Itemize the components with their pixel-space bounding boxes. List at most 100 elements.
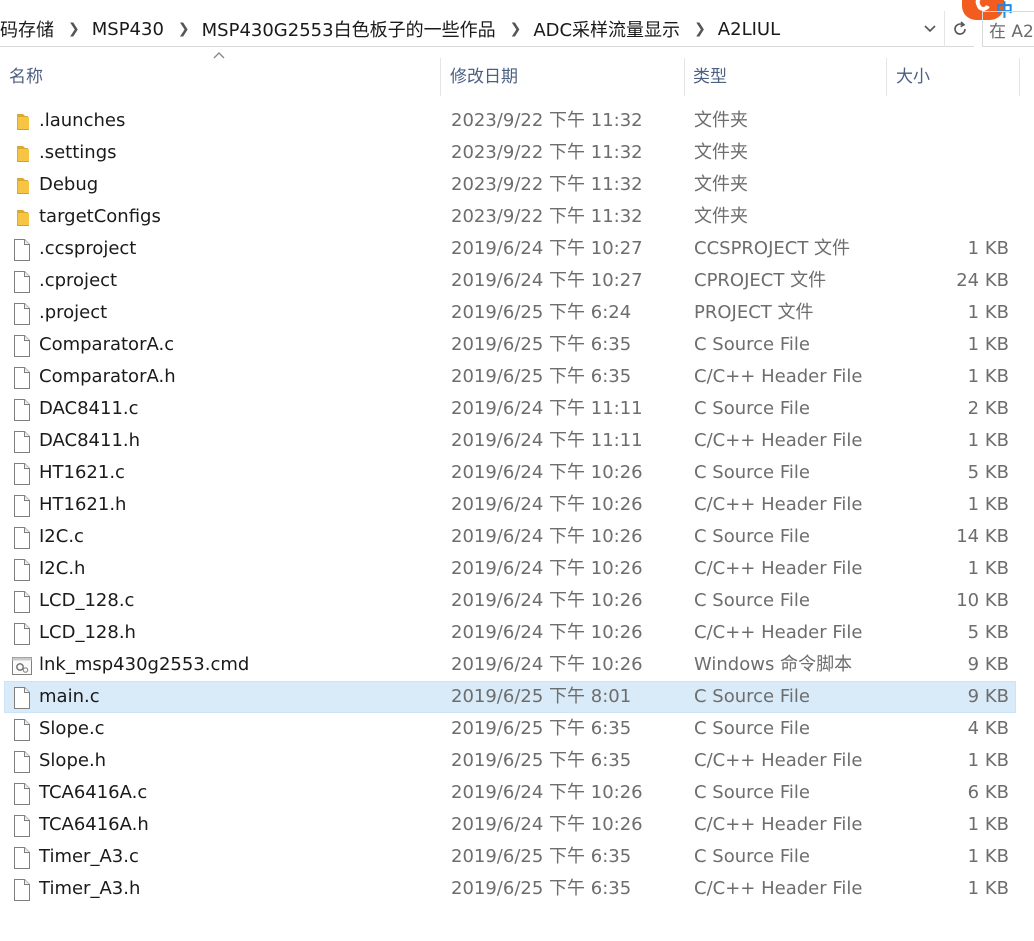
column-header-size[interactable]: 大小 — [896, 52, 930, 96]
file-row[interactable]: DAC8411.h 2019/6/24 下午 11:11 C/C++ Header … — [4, 425, 1016, 457]
file-icon — [11, 686, 33, 710]
file-row[interactable]: TCA6416A.c 2019/6/24 下午 10:26 C Source Fil… — [4, 777, 1016, 809]
file-size: 6 KB — [967, 782, 1009, 803]
file-date: 2019/6/24 下午 10:26 — [451, 526, 643, 547]
file-row[interactable]: .project 2019/6/25 下午 6:24 PROJECT 文件 1 KB — [4, 297, 1016, 329]
file-size: 24 KB — [956, 270, 1009, 291]
file-date: 2023/9/22 下午 11:32 — [451, 142, 643, 163]
file-row[interactable]: .ccsproject 2019/6/24 下午 10:27 CCSPROJECT … — [4, 233, 1016, 265]
breadcrumb-item[interactable]: MSP430 — [92, 19, 164, 40]
file-date: 2019/6/24 下午 10:26 — [451, 494, 643, 515]
file-row[interactable]: Slope.c 2019/6/25 下午 6:35 C Source File 4 K… — [4, 713, 1016, 745]
file-type: C/C++ Header File — [694, 750, 863, 771]
chevron-down-icon — [924, 25, 936, 33]
breadcrumb-item[interactable]: 码存储 — [0, 16, 54, 42]
address-bar[interactable]: 码存储 ❯ MSP430 ❯ MSP430G2553白色板子的一些作品 ❯ AD… — [0, 11, 974, 47]
file-size: 5 KB — [967, 622, 1009, 643]
chevron-right-icon[interactable]: ❯ — [178, 21, 190, 37]
breadcrumb-item[interactable]: ADC采样流量显示 — [533, 16, 680, 42]
file-icon — [11, 494, 33, 518]
file-size: 1 KB — [967, 366, 1009, 387]
file-type: C/C++ Header File — [694, 494, 863, 515]
folder-icon — [11, 174, 33, 198]
file-name: .settings — [39, 142, 117, 163]
file-type: C Source File — [694, 782, 810, 803]
file-row[interactable]: Timer_A3.h 2019/6/25 下午 6:35 C/C++ Header … — [4, 873, 1016, 905]
file-type: 文件夹 — [694, 174, 748, 195]
file-icon — [11, 558, 33, 582]
file-row[interactable]: ComparatorA.h 2019/6/25 下午 6:35 C/C++ Head… — [4, 361, 1016, 393]
file-name: I2C.c — [39, 526, 84, 547]
refresh-button[interactable] — [944, 11, 975, 47]
file-date: 2019/6/25 下午 6:35 — [451, 334, 632, 355]
file-row[interactable]: targetConfigs 2023/9/22 下午 11:32 文件夹 — [4, 201, 1016, 233]
script-icon — [11, 654, 33, 678]
file-name: main.c — [39, 686, 100, 707]
column-header-type[interactable]: 类型 — [693, 52, 727, 96]
file-name: targetConfigs — [39, 206, 161, 227]
breadcrumb-item-current[interactable]: A2LIUL — [718, 19, 780, 40]
file-name: Debug — [39, 174, 99, 195]
column-divider[interactable] — [886, 58, 887, 96]
file-row[interactable]: LCD_128.c 2019/6/24 下午 10:26 C Source File… — [4, 585, 1016, 617]
search-input[interactable]: 在 A2 — [982, 11, 1034, 47]
file-type: C Source File — [694, 590, 810, 611]
file-icon — [11, 238, 33, 262]
breadcrumb-item[interactable]: MSP430G2553白色板子的一些作品 — [202, 16, 496, 42]
column-divider[interactable] — [1019, 58, 1020, 96]
history-dropdown-button[interactable] — [916, 11, 944, 47]
file-row[interactable]: .launches 2023/9/22 下午 11:32 文件夹 — [4, 105, 1016, 137]
file-type: C/C++ Header File — [694, 622, 863, 643]
file-type: C/C++ Header File — [694, 814, 863, 835]
column-header-name[interactable]: 名称 — [9, 52, 43, 96]
file-date: 2019/6/25 下午 6:35 — [451, 366, 632, 387]
file-row[interactable]: .settings 2023/9/22 下午 11:32 文件夹 — [4, 137, 1016, 169]
file-icon — [11, 526, 33, 550]
file-type: 文件夹 — [694, 110, 748, 131]
file-row[interactable]: TCA6416A.h 2019/6/24 下午 10:26 C/C++ Header… — [4, 809, 1016, 841]
file-size: 2 KB — [967, 398, 1009, 419]
file-row[interactable]: HT1621.c 2019/6/24 下午 10:26 C Source File 5… — [4, 457, 1016, 489]
file-type: C Source File — [694, 462, 810, 483]
file-name: Timer_A3.c — [39, 846, 139, 867]
chevron-right-icon[interactable]: ❯ — [510, 21, 522, 37]
file-name: .ccsproject — [39, 238, 137, 259]
file-icon — [11, 782, 33, 806]
file-row[interactable]: main.c 2019/6/25 下午 8:01 C Source File 9 KB — [4, 681, 1016, 713]
file-row[interactable]: DAC8411.c 2019/6/24 下午 11:11 C Source File… — [4, 393, 1016, 425]
file-name: lnk_msp430g2553.cmd — [39, 654, 250, 675]
file-size: 1 KB — [967, 878, 1009, 899]
file-name: Slope.c — [39, 718, 105, 739]
file-row[interactable]: .cproject 2019/6/24 下午 10:27 CPROJECT 文件 24… — [4, 265, 1016, 297]
file-row[interactable]: lnk_msp430g2553.cmd 2019/6/24 下午 10:26 Win… — [4, 649, 1016, 681]
file-name: I2C.h — [39, 558, 86, 579]
file-size: 14 KB — [956, 526, 1009, 547]
column-divider[interactable] — [440, 58, 441, 96]
file-date: 2019/6/24 下午 10:26 — [451, 462, 643, 483]
file-date: 2023/9/22 下午 11:32 — [451, 174, 643, 195]
file-row[interactable]: I2C.c 2019/6/24 下午 10:26 C Source File 14 K… — [4, 521, 1016, 553]
file-date: 2019/6/25 下午 6:35 — [451, 846, 632, 867]
column-header: 名称 修改日期 类型 大小 — [0, 52, 1034, 96]
file-row[interactable]: HT1621.h 2019/6/24 下午 10:26 C/C++ Header F… — [4, 489, 1016, 521]
file-icon — [11, 462, 33, 486]
file-row[interactable]: Debug 2023/9/22 下午 11:32 文件夹 — [4, 169, 1016, 201]
sort-ascending-icon — [213, 52, 225, 59]
file-row[interactable]: I2C.h 2019/6/24 下午 10:26 C/C++ Header File… — [4, 553, 1016, 585]
file-type: C/C++ Header File — [694, 878, 863, 899]
file-type: CCSPROJECT 文件 — [694, 238, 851, 259]
column-header-date[interactable]: 修改日期 — [450, 52, 518, 96]
file-date: 2019/6/24 下午 11:11 — [451, 398, 643, 419]
file-name: HT1621.h — [39, 494, 127, 515]
file-row[interactable]: ComparatorA.c 2019/6/25 下午 6:35 C Source F… — [4, 329, 1016, 361]
chevron-right-icon[interactable]: ❯ — [68, 21, 80, 37]
column-divider[interactable] — [684, 58, 685, 96]
file-row[interactable]: Timer_A3.c 2019/6/25 下午 6:35 C Source File… — [4, 841, 1016, 873]
chevron-right-icon[interactable]: ❯ — [694, 21, 706, 37]
file-size: 1 KB — [967, 814, 1009, 835]
file-name: Timer_A3.h — [39, 878, 141, 899]
file-row[interactable]: LCD_128.h 2019/6/24 下午 10:26 C/C++ Header … — [4, 617, 1016, 649]
file-row[interactable]: Slope.h 2019/6/25 下午 6:35 C/C++ Header Fil… — [4, 745, 1016, 777]
file-name: TCA6416A.h — [39, 814, 149, 835]
folder-icon — [11, 110, 33, 134]
